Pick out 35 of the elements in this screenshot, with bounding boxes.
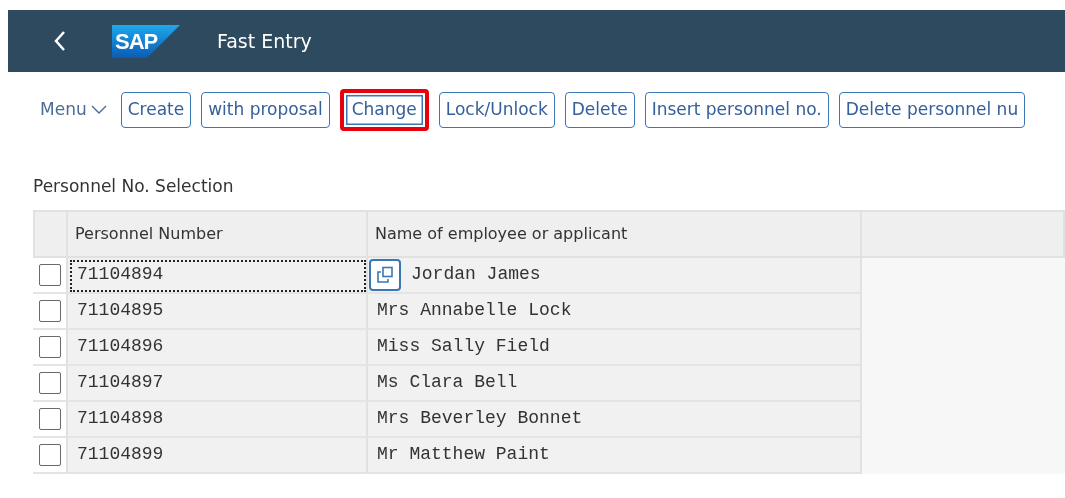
- toolbar-button[interactable]: Delete: [564, 92, 635, 128]
- table-cell: 71104895: [68, 293, 368, 330]
- table-cell: Mr Matthew Paint: [368, 437, 862, 474]
- table-cell: 71104898: [68, 401, 368, 438]
- row-checkbox[interactable]: [38, 443, 61, 466]
- toolbar-button[interactable]: Change: [339, 89, 429, 131]
- toolbar-button[interactable]: Insert personnel no.: [644, 92, 829, 128]
- row-checkbox[interactable]: [38, 371, 61, 394]
- table-cell: 71104896: [68, 329, 368, 366]
- toolbar-button[interactable]: Lock/Unlock: [438, 92, 555, 128]
- table-cell: Miss Sally Field: [368, 329, 862, 366]
- app-title: Fast Entry: [217, 28, 312, 54]
- table-cell: Mrs Annabelle Lock: [368, 293, 862, 330]
- row-checkbox[interactable]: [38, 407, 61, 430]
- row-checkbox[interactable]: [38, 299, 61, 322]
- chevron-left-icon: [52, 29, 68, 53]
- column-header: Name of employee or applicant: [368, 209, 862, 258]
- table-cell: 71104899: [68, 437, 368, 474]
- value-help-icon: [376, 265, 394, 284]
- section-title: Personnel No. Selection: [33, 175, 235, 198]
- row-checkbox[interactable]: [38, 263, 61, 286]
- logo: SAP: [112, 24, 180, 58]
- table-cell: Mrs Beverley Bonnet: [368, 401, 862, 438]
- table-cell: 71104894: [68, 257, 368, 294]
- menu-button[interactable]: Menu: [40, 97, 107, 123]
- column-header: Personnel Number: [68, 209, 368, 258]
- table-cell-text: Jordan James: [411, 263, 541, 286]
- toolbar-button[interactable]: Delete personnel nu: [838, 92, 1026, 128]
- toolbar-button[interactable]: Create: [120, 92, 192, 128]
- toolbar-button[interactable]: with proposal: [201, 92, 330, 128]
- chevron-down-icon: [90, 105, 107, 115]
- table-cell: 71104897: [68, 365, 368, 402]
- value-help-button[interactable]: [369, 258, 401, 291]
- row-checkbox[interactable]: [38, 335, 61, 358]
- table-cell: Ms Clara Bell: [368, 365, 862, 402]
